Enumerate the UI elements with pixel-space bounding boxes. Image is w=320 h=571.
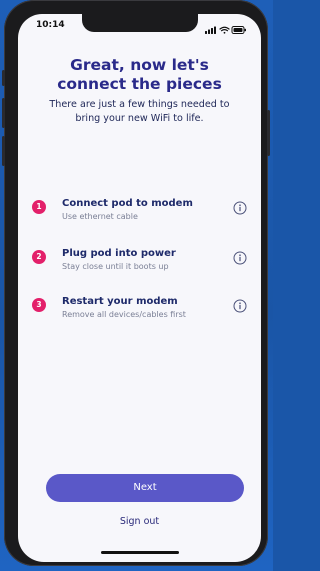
status-time: 10:14 <box>36 20 65 30</box>
phone-frame: 10:14 Great, now let's connect the piece… <box>2 0 270 566</box>
volume-down-button <box>2 136 5 166</box>
step-subtitle: Use ethernet cable <box>62 212 138 221</box>
app-screen: 10:14 Great, now let's connect the piece… <box>18 14 261 562</box>
wifi-icon <box>219 26 230 34</box>
sign-out-link[interactable]: Sign out <box>18 516 261 527</box>
info-icon[interactable] <box>233 298 247 313</box>
step-connect-pod: 1 Connect pod to modem Use ethernet cabl… <box>18 198 261 234</box>
home-indicator[interactable] <box>101 551 179 554</box>
info-icon[interactable] <box>233 200 247 215</box>
battery-icon <box>231 26 246 34</box>
step-number-badge: 1 <box>32 200 46 214</box>
step-restart-modem: 3 Restart your modem Remove all devices/… <box>18 296 261 332</box>
page-title-line-2: connect the pieces <box>57 75 222 93</box>
signal-icon <box>205 26 216 34</box>
mute-switch <box>2 70 5 86</box>
status-icons <box>205 20 247 34</box>
page-title-line-1: Great, now let's <box>70 56 209 74</box>
step-title: Restart your modem <box>62 296 178 307</box>
info-icon[interactable] <box>233 250 247 265</box>
step-title: Plug pod into power <box>62 248 176 259</box>
step-plug-power: 2 Plug pod into power Stay close until i… <box>18 248 261 284</box>
step-title: Connect pod to modem <box>62 198 193 209</box>
step-subtitle: Stay close until it boots up <box>62 262 169 271</box>
page-subtitle-line-2: bring your new WiFi to life. <box>75 113 204 124</box>
volume-up-button <box>2 98 5 128</box>
step-number-badge: 3 <box>32 298 46 312</box>
notch <box>82 14 198 32</box>
step-subtitle: Remove all devices/cables first <box>62 310 186 319</box>
page-subtitle-line-1: There are just a few things needed to <box>49 99 230 110</box>
next-button[interactable]: Next <box>46 474 244 502</box>
power-button <box>267 110 270 156</box>
step-number-badge: 2 <box>32 250 46 264</box>
